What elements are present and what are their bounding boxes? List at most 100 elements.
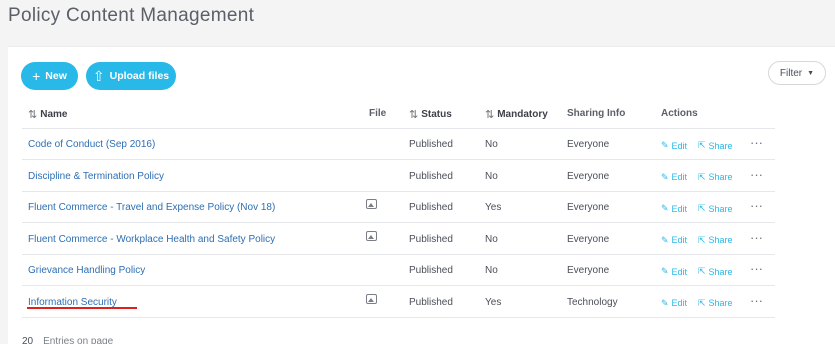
mandatory-value: Yes <box>485 296 502 308</box>
status-value: Published <box>409 202 453 213</box>
table-row: Fluent Commerce - Travel and Expense Pol… <box>22 192 775 223</box>
table-row: Discipline & Termination Policy Published… <box>22 161 775 192</box>
share-label: Share <box>708 172 733 182</box>
column-header-status-label: Status <box>421 109 452 120</box>
more-actions-button[interactable]: ··· <box>750 293 763 308</box>
share-label: Share <box>708 298 733 308</box>
column-header-sharing: Sharing Info <box>567 108 626 119</box>
file-icon[interactable] <box>366 230 377 244</box>
more-actions-button[interactable]: ··· <box>750 261 763 276</box>
sharing-value: Technology <box>567 296 618 308</box>
status-value: Published <box>409 139 453 150</box>
more-actions-button[interactable]: ··· <box>750 135 763 150</box>
edit-button[interactable]: ✎ Edit <box>661 172 687 183</box>
share-button[interactable]: ⇱ Share <box>698 203 733 214</box>
sharing-value: Everyone <box>567 202 610 213</box>
table-row: Information Security Published Yes Technolo… <box>22 287 775 318</box>
edit-label: Edit <box>671 298 688 308</box>
edit-button[interactable]: ✎ Edit <box>661 203 687 214</box>
share-icon: ⇱ <box>698 140 706 150</box>
share-icon: ⇱ <box>698 203 706 213</box>
share-icon: ⇱ <box>698 297 706 308</box>
pencil-icon: ✎ <box>661 297 669 308</box>
table-row: Code of Conduct (Sep 2016) Published No Eve… <box>22 129 775 160</box>
share-label: Share <box>708 235 733 245</box>
mandatory-value: No <box>485 265 498 276</box>
edit-label: Edit <box>671 203 688 214</box>
policy-name-link[interactable]: Grievance Handling Policy <box>28 265 145 276</box>
sort-icon: ⇅ <box>409 109 418 121</box>
edit-label: Edit <box>671 172 688 182</box>
highlight-underline <box>27 307 137 309</box>
edit-button[interactable]: ✎ Edit <box>661 266 687 277</box>
filter-button-label: Filter <box>779 67 803 79</box>
policy-name-link[interactable]: Discipline & Termination Policy <box>28 171 164 182</box>
pagination-footer: 20 Entries on page <box>22 336 113 344</box>
edit-button[interactable]: ✎ Edit <box>661 140 687 151</box>
mandatory-value: Yes <box>485 202 502 213</box>
sharing-value: Everyone <box>567 170 610 182</box>
table-row: Grievance Handling Policy Published No Ever… <box>22 255 775 286</box>
pencil-icon: ✎ <box>661 234 669 245</box>
status-value: Published <box>409 296 453 308</box>
column-header-mandatory-label: Mandatory <box>497 109 548 120</box>
column-header-name[interactable]: ⇅ Name <box>28 108 67 121</box>
share-button[interactable]: ⇱ Share <box>698 266 733 277</box>
new-button[interactable]: + New <box>21 62 78 90</box>
policy-name-link[interactable]: Code of Conduct (Sep 2016) <box>28 139 155 150</box>
mandatory-value: No <box>485 233 498 245</box>
edit-button[interactable]: ✎ Edit <box>661 298 687 309</box>
share-button[interactable]: ⇱ Share <box>698 235 733 246</box>
pencil-icon: ✎ <box>661 171 669 182</box>
more-actions-button[interactable]: ··· <box>750 198 763 213</box>
pencil-icon: ✎ <box>661 140 669 150</box>
column-header-mandatory[interactable]: ⇅ Mandatory <box>485 108 548 121</box>
per-page-label: Entries on page <box>43 336 114 344</box>
status-value: Published <box>409 233 453 245</box>
edit-button[interactable]: ✎ Edit <box>661 235 687 246</box>
pencil-icon: ✎ <box>661 203 669 213</box>
policy-name-link[interactable]: Fluent Commerce - Travel and Expense Pol… <box>28 202 275 213</box>
filter-button[interactable]: Filter ▼ <box>768 61 826 85</box>
upload-files-button[interactable]: ⇧ Upload files <box>86 62 176 90</box>
file-icon[interactable] <box>366 199 377 212</box>
sort-icon: ⇅ <box>28 109 37 121</box>
upload-button-label: Upload files <box>109 70 170 82</box>
share-icon: ⇱ <box>698 234 706 245</box>
share-label: Share <box>708 140 733 151</box>
more-actions-button[interactable]: ··· <box>750 230 763 245</box>
mandatory-value: No <box>485 139 498 150</box>
edit-label: Edit <box>671 266 688 277</box>
sharing-value: Everyone <box>567 265 610 276</box>
caret-down-icon: ▼ <box>807 69 815 77</box>
column-header-status[interactable]: ⇅ Status <box>409 108 452 121</box>
share-label: Share <box>708 266 733 277</box>
column-header-name-label: Name <box>40 109 68 120</box>
page-title: Policy Content Management <box>8 5 255 26</box>
status-value: Published <box>409 265 453 276</box>
policy-name-link[interactable]: Information Security <box>28 297 117 308</box>
column-header-file: File <box>369 108 387 119</box>
status-value: Published <box>409 170 453 182</box>
share-button[interactable]: ⇱ Share <box>698 172 733 183</box>
share-label: Share <box>708 203 733 214</box>
share-icon: ⇱ <box>698 171 706 182</box>
mandatory-value: No <box>485 170 498 182</box>
sharing-value: Everyone <box>567 233 610 245</box>
edit-label: Edit <box>671 140 688 151</box>
pencil-icon: ✎ <box>661 266 669 276</box>
more-actions-button[interactable]: ··· <box>750 167 763 182</box>
share-button[interactable]: ⇱ Share <box>698 140 733 151</box>
upload-icon: ⇧ <box>92 68 105 84</box>
table-row: Fluent Commerce - Workplace Health and S… <box>22 224 775 255</box>
share-button[interactable]: ⇱ Share <box>698 298 733 309</box>
policy-name-link[interactable]: Fluent Commerce - Workplace Health and S… <box>28 234 275 245</box>
new-button-label: New <box>45 70 67 82</box>
plus-icon: + <box>32 68 41 84</box>
file-icon[interactable] <box>366 293 377 307</box>
per-page-select[interactable]: 20 <box>22 336 33 344</box>
column-header-actions: Actions <box>661 108 698 119</box>
sharing-value: Everyone <box>567 139 610 150</box>
sort-icon: ⇅ <box>485 109 494 121</box>
edit-label: Edit <box>671 235 688 245</box>
